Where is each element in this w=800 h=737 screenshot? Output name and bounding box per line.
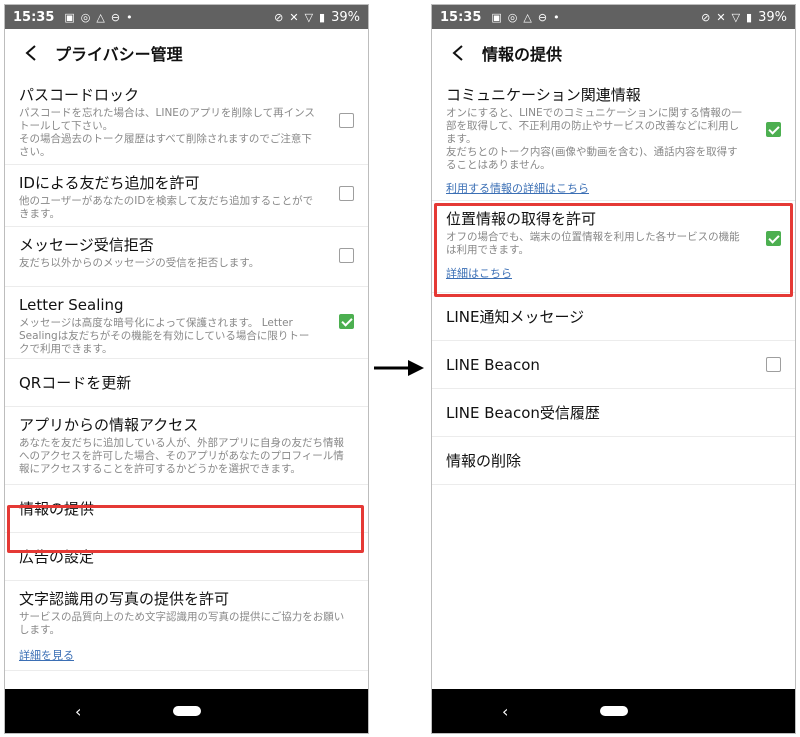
setting-id-add-friend[interactable]: IDによる友だち追加を許可 他のユーザーがあなたのIDを検索して友だち追加するこ… — [5, 165, 368, 227]
image-icon: ▣ — [64, 10, 75, 24]
dnd-icon: ⊖ — [537, 10, 548, 24]
setting-qr-update[interactable]: QRコードを更新 — [5, 359, 368, 407]
instagram-icon: ◎ — [507, 10, 518, 24]
passcode-lock-checkbox[interactable] — [339, 113, 354, 128]
canvas: 15:35 ▣ ◎ △ ⊖ • ⊘ ✕ ▽ ▮ 39% プライバシー管理 パスコ… — [0, 0, 800, 737]
battery-icon: ▮ — [319, 10, 326, 24]
line-beacon-checkbox[interactable] — [766, 357, 781, 372]
communication-info-checkbox[interactable] — [766, 122, 781, 137]
dot-icon: • — [553, 10, 560, 24]
back-icon[interactable] — [19, 41, 43, 65]
setting-letter-sealing[interactable]: Letter Sealing メッセージは高度な暗号化によって保護されます。 L… — [5, 287, 368, 359]
settings-list: コミュニケーション関連情報 オンにすると、LINEでのコミュニケーションに関する… — [432, 77, 795, 485]
setting-line-beacon-history[interactable]: LINE Beacon受信履歴 — [432, 389, 795, 437]
battery-level: 39% — [758, 9, 787, 25]
setting-app-info-access[interactable]: アプリからの情報アクセス あなたを友だちに追加している人が、外部アプリに自身の友… — [5, 407, 368, 485]
app-bar: 情報の提供 — [432, 29, 795, 77]
dot-icon: • — [126, 10, 133, 24]
status-time: 15:35 — [440, 9, 482, 25]
communication-info-details-link[interactable]: 利用する情報の詳細はこちら — [446, 180, 589, 196]
back-icon[interactable] — [446, 41, 470, 65]
setting-line-notification[interactable]: LINE通知メッセージ — [432, 293, 795, 341]
wifi-icon: ▽ — [731, 10, 741, 24]
app-bar: プライバシー管理 — [5, 29, 368, 77]
settings-list: パスコードロック パスコードを忘れた場合は、LINEのアプリを削除して再インスト… — [5, 77, 368, 671]
letter-sealing-checkbox[interactable] — [339, 314, 354, 329]
ocr-details-link[interactable]: 詳細を見る — [19, 647, 74, 663]
id-add-friend-checkbox[interactable] — [339, 186, 354, 201]
instagram-icon: ◎ — [80, 10, 91, 24]
nav-back-icon[interactable]: ‹ — [502, 702, 508, 721]
setting-communication-info[interactable]: コミュニケーション関連情報 オンにすると、LINEでのコミュニケーションに関する… — [432, 77, 795, 201]
message-block-checkbox[interactable] — [339, 248, 354, 263]
setting-location-permission[interactable]: 位置情報の取得を許可 オフの場合でも、端末の位置情報を利用した各サービスの機能は… — [432, 201, 795, 293]
status-bar: 15:35 ▣ ◎ △ ⊖ • ⊘ ✕ ▽ ▮ 39% — [432, 5, 795, 29]
status-time: 15:35 — [13, 9, 55, 25]
image-icon: ▣ — [491, 10, 502, 24]
nav-back-icon[interactable]: ‹ — [75, 702, 81, 721]
setting-message-block[interactable]: メッセージ受信拒否 友だち以外からのメッセージの受信を拒否します。 — [5, 227, 368, 287]
drive-icon: △ — [523, 10, 532, 24]
setting-info-provision[interactable]: 情報の提供 — [5, 485, 368, 533]
left-phone-screen: 15:35 ▣ ◎ △ ⊖ • ⊘ ✕ ▽ ▮ 39% プライバシー管理 パスコ… — [4, 4, 369, 734]
page-title: プライバシー管理 — [55, 45, 183, 64]
setting-ocr-photo[interactable]: 文字認識用の写真の提供を許可 サービスの品質向上のため文字認識用の写真の提供にご… — [5, 581, 368, 671]
setting-delete-info[interactable]: 情報の削除 — [432, 437, 795, 485]
nav-home-pill[interactable] — [172, 706, 201, 716]
no-sync-icon: ⊘ — [701, 10, 711, 24]
battery-icon: ▮ — [746, 10, 753, 24]
page-title: 情報の提供 — [482, 45, 563, 64]
battery-level: 39% — [331, 9, 360, 25]
setting-line-beacon[interactable]: LINE Beacon — [432, 341, 795, 389]
nav-home-pill[interactable] — [599, 706, 628, 716]
nav-bar: ‹ — [432, 689, 795, 733]
setting-ads[interactable]: 広告の設定 — [5, 533, 368, 581]
location-permission-checkbox[interactable] — [766, 231, 781, 246]
status-bar: 15:35 ▣ ◎ △ ⊖ • ⊘ ✕ ▽ ▮ 39% — [5, 5, 368, 29]
mute-icon: ✕ — [716, 10, 726, 24]
setting-passcode-lock[interactable]: パスコードロック パスコードを忘れた場合は、LINEのアプリを削除して再インスト… — [5, 77, 368, 165]
nav-bar: ‹ — [5, 689, 368, 733]
mute-icon: ✕ — [289, 10, 299, 24]
right-phone-screen: 15:35 ▣ ◎ △ ⊖ • ⊘ ✕ ▽ ▮ 39% 情報の提供 コミュニケー… — [431, 4, 796, 734]
wifi-icon: ▽ — [304, 10, 314, 24]
dnd-icon: ⊖ — [110, 10, 121, 24]
no-sync-icon: ⊘ — [274, 10, 284, 24]
drive-icon: △ — [96, 10, 105, 24]
location-details-link[interactable]: 詳細はこちら — [446, 265, 512, 281]
arrow-right-icon — [374, 360, 424, 376]
